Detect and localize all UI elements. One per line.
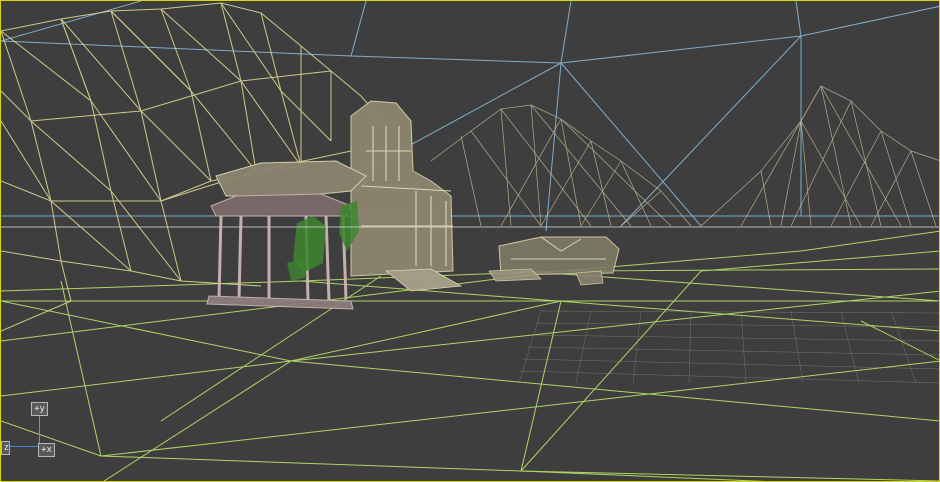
- axis-y-button[interactable]: +y: [31, 402, 48, 416]
- mountain-wireframe: [430, 85, 939, 227]
- y-axis-line: [39, 414, 40, 445]
- ground-grid: [518, 310, 939, 384]
- axis-x-button[interactable]: +x: [38, 443, 55, 457]
- z-axis-line: [8, 446, 39, 447]
- temple-model: [206, 100, 463, 310]
- small-house-model: [488, 236, 620, 286]
- ground-wireframe: [1, 230, 939, 481]
- wireframe-scene: [1, 1, 939, 481]
- axis-z-button[interactable]: z: [1, 441, 10, 455]
- 3d-viewport[interactable]: +y +x z: [0, 0, 940, 482]
